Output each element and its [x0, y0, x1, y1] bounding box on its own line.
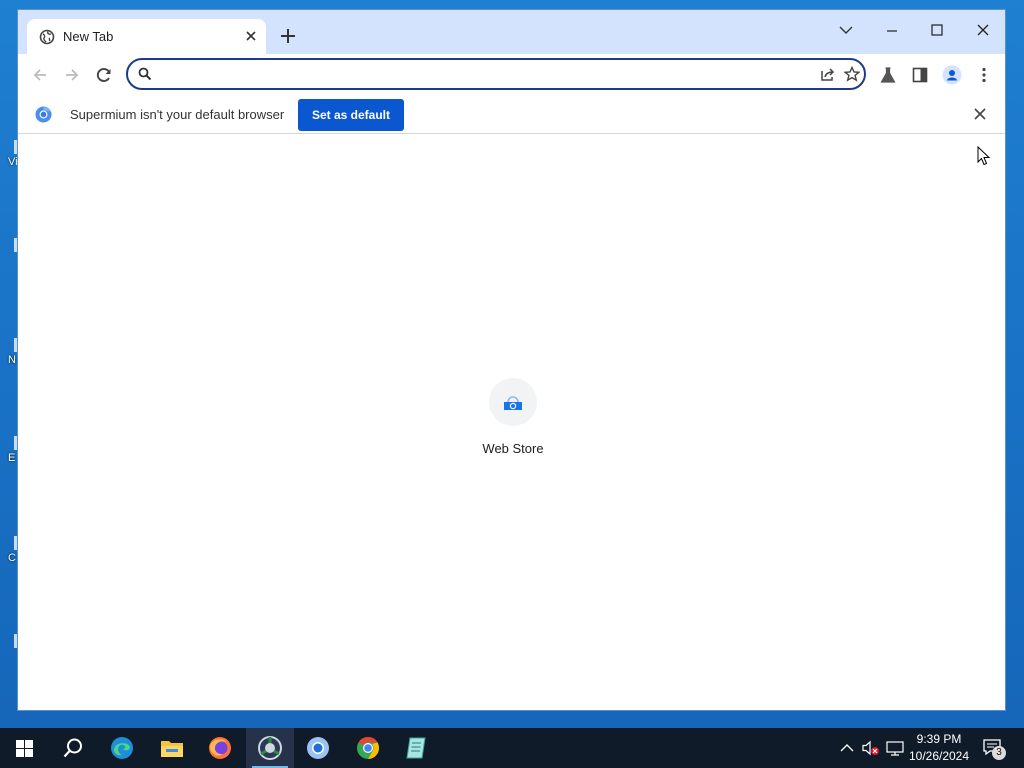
- chevron-down-icon[interactable]: [826, 16, 866, 44]
- toolbar: [18, 54, 1005, 96]
- star-icon[interactable]: [844, 66, 860, 82]
- taskbar-supermium[interactable]: [246, 728, 294, 768]
- kebab-menu-icon[interactable]: [974, 65, 994, 85]
- taskbar-search-button[interactable]: [48, 728, 96, 768]
- desktop-icon-fragment[interactable]: E: [0, 436, 18, 464]
- shortcut-tile: [489, 378, 537, 426]
- chevron-up-icon[interactable]: [838, 740, 856, 756]
- close-icon[interactable]: [973, 107, 987, 121]
- notification-badge: 3: [992, 746, 1006, 760]
- network-icon[interactable]: [886, 740, 904, 756]
- supermium-logo-icon: [35, 106, 52, 123]
- desktop-icon-fragment[interactable]: Vi: [0, 140, 18, 168]
- taskbar-firefox[interactable]: [196, 728, 244, 768]
- clock-time: 9:39 PM: [916, 732, 962, 746]
- taskbar: 9:39 PM 10/26/2024 3: [0, 728, 1024, 768]
- maximize-icon[interactable]: [917, 16, 957, 44]
- share-icon[interactable]: [820, 66, 836, 82]
- globe-icon: [39, 29, 55, 45]
- reload-icon[interactable]: [94, 65, 114, 85]
- notification-center-button[interactable]: 3: [982, 738, 1006, 760]
- close-window-icon[interactable]: [963, 16, 1003, 44]
- new-tab-page: Web Store: [18, 134, 1005, 710]
- edge-icon: [111, 737, 133, 759]
- shortcut-label: Web Store: [482, 441, 544, 456]
- taskbar-edge[interactable]: [98, 728, 146, 768]
- infobar-message: Supermium isn't your default browser: [70, 107, 285, 122]
- web-store-icon: [504, 396, 522, 410]
- shortcut-web-store[interactable]: Web Store: [478, 378, 548, 456]
- tab-title: New Tab: [63, 29, 114, 44]
- title-bar: New Tab: [18, 10, 1005, 54]
- close-icon[interactable]: [243, 28, 259, 44]
- search-icon: [63, 738, 82, 758]
- mouse-cursor-icon: [977, 146, 991, 166]
- chromium-icon: [307, 737, 329, 759]
- default-browser-infobar: Supermium isn't your default browser Set…: [18, 96, 1005, 134]
- start-icon: [16, 740, 33, 757]
- taskbar-chromium[interactable]: [294, 728, 342, 768]
- omnibox[interactable]: [126, 58, 866, 90]
- desktop-icon-fragment[interactable]: [0, 634, 18, 648]
- notepad-icon: [406, 737, 426, 759]
- search-icon: [138, 67, 152, 81]
- arrow-left-icon[interactable]: [30, 65, 50, 85]
- volume-muted-icon[interactable]: [862, 740, 880, 756]
- clock-date: 10/26/2024: [908, 749, 970, 763]
- plus-icon[interactable]: [278, 26, 298, 46]
- start-button[interactable]: [0, 728, 48, 768]
- taskbar-notepad[interactable]: [392, 728, 440, 768]
- profile-icon[interactable]: [942, 65, 962, 85]
- flask-icon[interactable]: [878, 65, 898, 85]
- supermium-icon: [258, 736, 282, 760]
- file-explorer-icon: [161, 741, 183, 757]
- browser-window: New Tab Supermium isn't your default bro…: [17, 9, 1006, 711]
- tab-new-tab[interactable]: New Tab: [27, 19, 266, 54]
- minimize-icon[interactable]: [872, 16, 912, 44]
- taskbar-clock[interactable]: 9:39 PM 10/26/2024: [904, 731, 974, 765]
- firefox-icon: [209, 737, 231, 759]
- set-as-default-button[interactable]: Set as default: [298, 99, 404, 131]
- arrow-right-icon[interactable]: [62, 65, 82, 85]
- address-input[interactable]: [160, 64, 804, 86]
- taskbar-file-explorer[interactable]: [148, 728, 196, 768]
- desktop-icon-fragment[interactable]: C: [0, 536, 18, 564]
- desktop-icon-fragment[interactable]: [0, 238, 18, 252]
- taskbar-chrome[interactable]: [344, 728, 392, 768]
- chrome-icon: [357, 737, 379, 759]
- side-panel-icon[interactable]: [910, 65, 930, 85]
- desktop-icon-fragment[interactable]: N: [0, 338, 18, 366]
